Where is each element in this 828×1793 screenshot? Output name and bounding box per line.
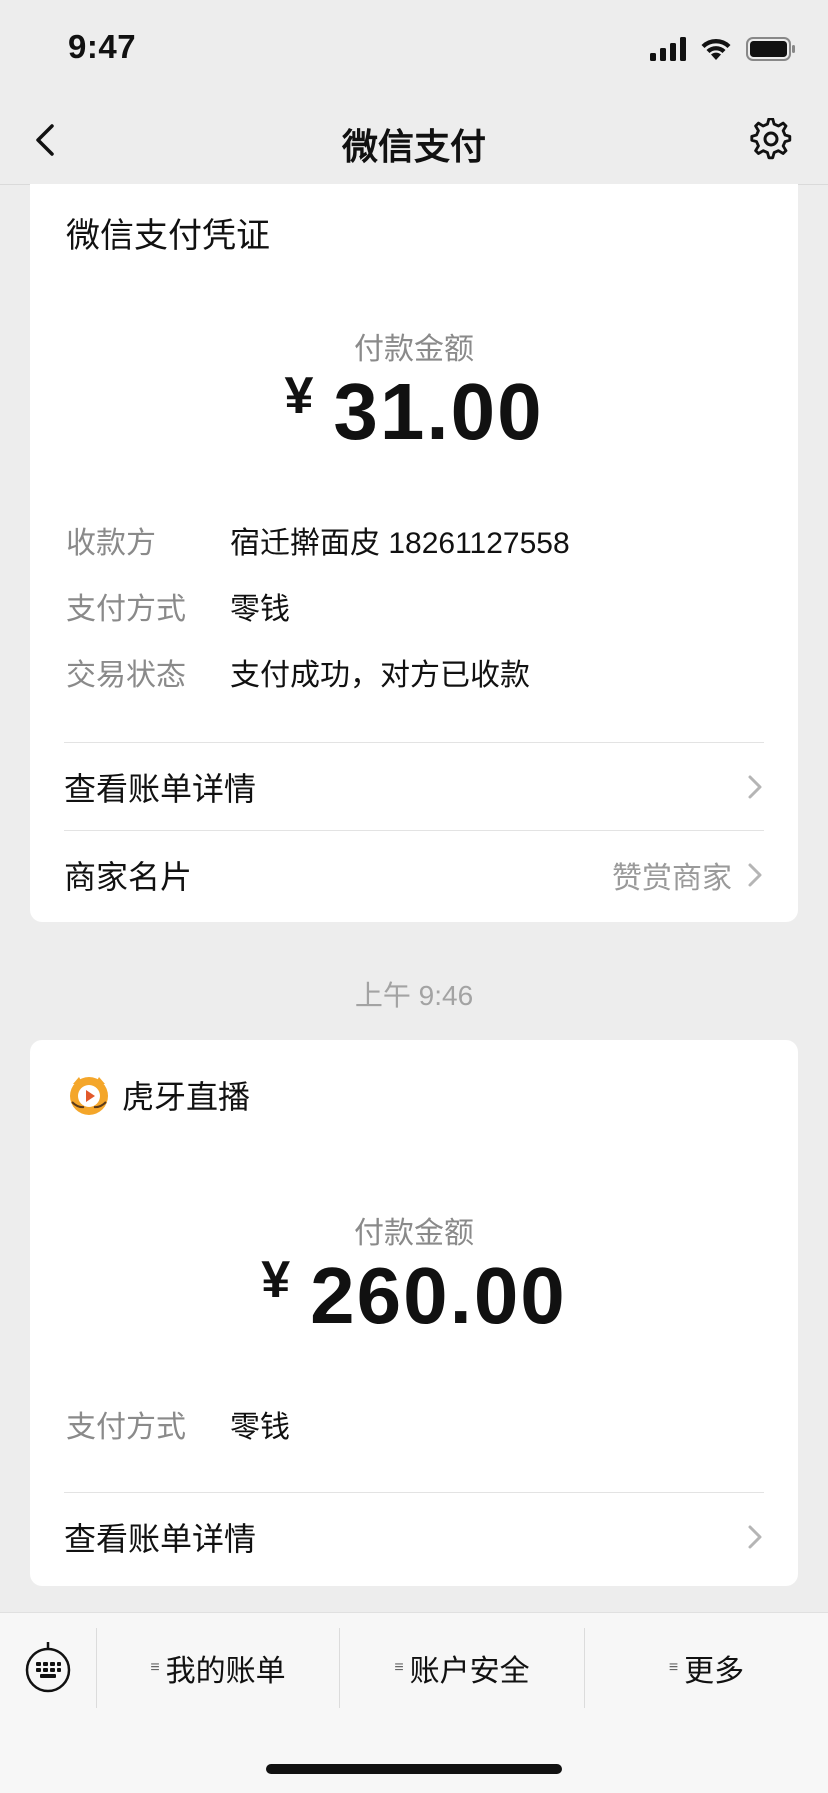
gear-icon bbox=[750, 117, 792, 160]
reward-merchant-text: 赞赏商家 bbox=[612, 862, 732, 895]
transaction-status-value: 支付成功，对方已收款 bbox=[230, 659, 530, 692]
link-label: 商家名片 bbox=[64, 859, 193, 895]
tab-label: 我的账单 bbox=[165, 1655, 286, 1688]
card-title: 微信支付凭证 bbox=[66, 217, 270, 255]
tab-my-bills[interactable]: ≡ 我的账单 bbox=[97, 1628, 339, 1708]
payee-value: 宿迁擀面皮 18261127558 bbox=[230, 527, 570, 560]
status-time: 9:47 bbox=[68, 28, 137, 65]
payment-method-value: 零钱 bbox=[230, 1411, 290, 1444]
message-timestamp: 上午 9:46 bbox=[354, 980, 474, 1011]
merchant-header[interactable]: 虎牙直播 bbox=[68, 1072, 250, 1118]
amount-number: 31.00 bbox=[333, 367, 544, 456]
chevron-right-icon bbox=[748, 775, 762, 799]
merchant-name: 虎牙直播 bbox=[122, 1079, 251, 1115]
settings-button[interactable] bbox=[750, 117, 794, 162]
payee-label: 收款方 bbox=[66, 527, 156, 560]
currency-symbol: ¥ bbox=[284, 367, 316, 425]
view-bill-details-row[interactable]: 查看账单详情 bbox=[64, 744, 764, 830]
menu-icon: ≡ bbox=[150, 1659, 160, 1676]
merchant-card-row[interactable]: 商家名片 赞赏商家 bbox=[64, 832, 764, 918]
tab-more[interactable]: ≡ 更多 bbox=[585, 1628, 828, 1708]
page-title: 微信支付 bbox=[341, 126, 486, 167]
wifi-icon bbox=[701, 38, 731, 60]
keyboard-icon bbox=[25, 1642, 71, 1693]
amount-value: ¥260.00 bbox=[30, 1250, 798, 1342]
divider bbox=[64, 742, 764, 743]
home-indicator bbox=[266, 1764, 562, 1774]
signal-icon bbox=[650, 37, 686, 61]
tab-account-security[interactable]: ≡ 账户安全 bbox=[340, 1628, 584, 1708]
amount-number: 260.00 bbox=[310, 1251, 567, 1340]
huya-payment-card: 虎牙直播 付款金额 ¥260.00 支付方式 零钱 查看账单详情 bbox=[30, 1040, 798, 1586]
menu-icon: ≡ bbox=[668, 1659, 679, 1676]
chevron-right-icon bbox=[748, 1525, 762, 1549]
payment-voucher-card: 微信支付凭证 付款金额 ¥31.00 收款方 宿迁擀面皮 18261127558… bbox=[30, 184, 798, 922]
amount-value: ¥31.00 bbox=[30, 366, 798, 458]
link-label: 查看账单详情 bbox=[64, 771, 257, 807]
view-bill-details-row[interactable]: 查看账单详情 bbox=[64, 1494, 764, 1580]
tab-label: 更多 bbox=[684, 1655, 745, 1688]
keyboard-toggle-button[interactable] bbox=[24, 1640, 72, 1694]
menu-icon: ≡ bbox=[394, 1659, 404, 1676]
amount-label: 付款金额 bbox=[354, 1217, 474, 1250]
transaction-status-label: 交易状态 bbox=[66, 659, 186, 692]
amount-label: 付款金额 bbox=[354, 333, 474, 366]
status-icons bbox=[650, 34, 796, 64]
battery-icon bbox=[746, 37, 795, 61]
link-label: 查看账单详情 bbox=[64, 1521, 257, 1557]
huya-logo-icon bbox=[70, 1077, 108, 1115]
payment-method-label: 支付方式 bbox=[66, 593, 186, 626]
payment-method-value: 零钱 bbox=[230, 593, 290, 626]
divider bbox=[64, 1492, 764, 1493]
divider bbox=[64, 830, 764, 831]
chevron-right-icon bbox=[748, 863, 762, 887]
payment-method-label: 支付方式 bbox=[66, 1411, 186, 1444]
currency-symbol: ¥ bbox=[261, 1251, 293, 1309]
tab-label: 账户安全 bbox=[409, 1655, 530, 1688]
